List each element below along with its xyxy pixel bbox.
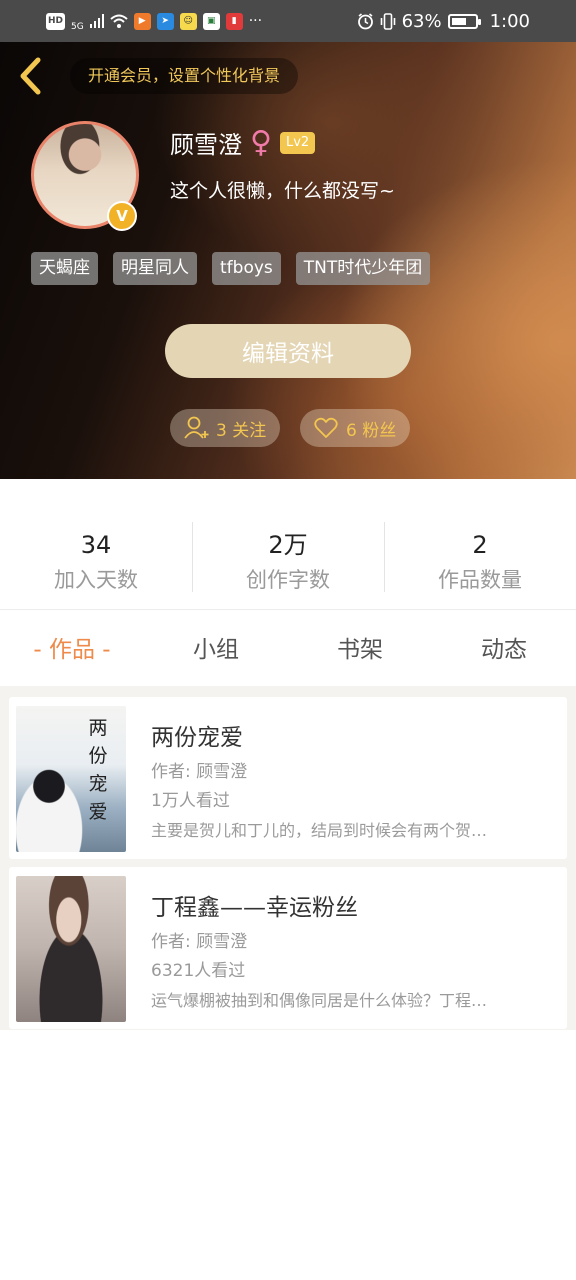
stat-value: 2万 (268, 531, 308, 559)
edit-profile-button[interactable]: 编辑资料 (165, 324, 411, 378)
following-button[interactable]: 3 关注 (170, 409, 281, 447)
works-list: 两份宠爱 两份宠爱 作者: 顾雪澄 1万人看过 主要是贺儿和丁儿的，结局到时候会… (0, 686, 576, 1030)
stat-works-count: 2 作品数量 (384, 504, 576, 596)
bio-text: 这个人很懒，什么都没写~ (170, 180, 395, 202)
heart-icon (314, 417, 338, 438)
battery-icon (447, 13, 481, 29)
status-bar: HD 5G ▶ ➤ ☺ ▣ ▮ ··· 63% 1:00 (0, 0, 576, 42)
stats-bar: 34 加入天数 2万 创作字数 2 作品数量 (0, 504, 576, 596)
stat-value: 34 (80, 531, 112, 559)
profile-header: 开通会员，设置个性化背景 V 顾雪澄 ♀ Lv2 这个人很懒，什么都没写~ 天蝎… (0, 42, 576, 479)
username-row: 顾雪澄 ♀ Lv2 (170, 124, 316, 160)
send-app-icon: ➤ (156, 12, 174, 30)
tag-list: 天蝎座 明星同人 tfboys TNT时代少年团 (31, 252, 431, 285)
work-title: 两份宠爱 (151, 725, 243, 751)
work-cover-image: 两份宠爱 (16, 706, 126, 852)
work-card[interactable]: 两份宠爱 两份宠爱 作者: 顾雪澄 1万人看过 主要是贺儿和丁儿的，结局到时候会… (9, 697, 567, 859)
vip-background-prompt[interactable]: 开通会员，设置个性化背景 (70, 58, 299, 94)
user-add-icon (184, 416, 209, 439)
stat-word-count: 2万 创作字数 (192, 504, 384, 596)
level-badge: Lv2 (279, 131, 316, 154)
tag-item[interactable]: 明星同人 (113, 252, 197, 285)
back-chevron-icon (20, 57, 41, 95)
tab-works[interactable]: - 作品 - (0, 622, 144, 678)
cover-calligraphy: 两份宠爱 (88, 717, 108, 823)
battery-fill (451, 17, 466, 25)
vibrate-icon (380, 12, 396, 30)
work-views: 6321人看过 (151, 961, 246, 981)
tab-bookshelf[interactable]: 书架 (288, 622, 432, 678)
stat-value: 2 (472, 531, 488, 559)
status-bar-left: HD 5G ▶ ➤ ☺ ▣ ▮ ··· (46, 10, 262, 32)
clock: 1:00 (489, 10, 530, 32)
stat-label: 创作字数 (246, 568, 330, 592)
work-cover-image (16, 876, 126, 1022)
work-author: 作者: 顾雪澄 (151, 762, 248, 782)
back-button[interactable] (10, 56, 50, 96)
verified-badge-icon: V (107, 201, 137, 231)
work-description: 运气爆棚被抽到和偶像同居是什么体验？丁程… (151, 991, 488, 1010)
profile-tabs: - 作品 - 小组 书架 动态 (0, 622, 576, 678)
divider (0, 609, 576, 610)
more-notifications-icon: ··· (248, 13, 263, 29)
username: 顾雪澄 (170, 131, 242, 159)
face-app-icon: ☺ (179, 12, 197, 30)
stat-label: 加入天数 (54, 568, 138, 592)
followers-count: 6 粉丝 (346, 420, 397, 441)
hd-icon: HD (46, 12, 65, 30)
tag-item[interactable]: 天蝎座 (31, 252, 98, 285)
followers-button[interactable]: 6 粉丝 (300, 409, 411, 447)
tab-activity[interactable]: 动态 (432, 622, 576, 678)
work-title: 丁程鑫——幸运粉丝 (151, 895, 358, 921)
tag-item[interactable]: TNT时代少年团 (295, 252, 431, 285)
female-icon: ♀ (250, 124, 272, 160)
work-author: 作者: 顾雪澄 (151, 932, 248, 952)
stat-label: 作品数量 (438, 568, 522, 592)
status-bar-right: 63% 1:00 (357, 11, 530, 32)
alarm-icon (357, 12, 374, 30)
following-count: 3 关注 (216, 420, 267, 441)
store-app-icon: ▣ (202, 12, 220, 30)
video-app-icon: ▶ (133, 12, 151, 30)
book-app-icon: ▮ (225, 12, 243, 30)
network-type-label: 5G (71, 22, 84, 32)
work-description: 主要是贺儿和丁儿的，结局到时候会有两个贺… (151, 821, 488, 840)
signal-icon (89, 14, 104, 28)
tab-groups[interactable]: 小组 (144, 622, 288, 678)
battery-percent: 63% (401, 10, 442, 32)
work-card[interactable]: 丁程鑫——幸运粉丝 作者: 顾雪澄 6321人看过 运气爆棚被抽到和偶像同居是什… (9, 867, 567, 1029)
wifi-icon (110, 14, 128, 28)
stat-join-days: 34 加入天数 (0, 504, 192, 596)
tag-item[interactable]: tfboys (212, 252, 281, 285)
work-views: 1万人看过 (151, 791, 230, 811)
